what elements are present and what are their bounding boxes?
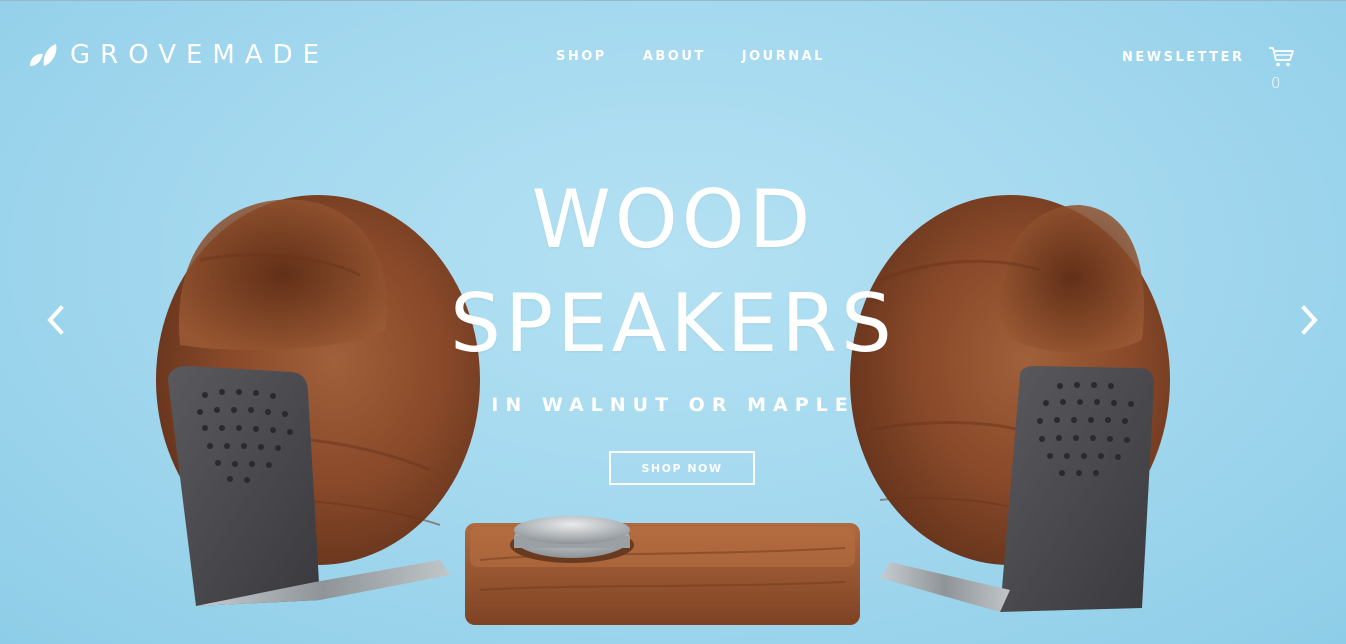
newsletter-link[interactable]: NEWSLETTER — [1122, 50, 1245, 65]
nav-about[interactable]: ABOUT — [643, 49, 706, 64]
logo-text: GROVEMADE — [70, 40, 330, 70]
hero-subhead: IN WALNUT OR MAPLE — [491, 394, 855, 416]
shopping-cart-icon — [1269, 47, 1294, 67]
headline-line-1: WOOD — [531, 173, 815, 266]
shop-now-button[interactable]: SHOP NOW — [609, 451, 755, 485]
headline-line-2: SPEAKERS — [450, 277, 896, 370]
grovemade-logo[interactable]: GROVEMADE — [28, 42, 329, 68]
cart-count: 0 — [1271, 74, 1281, 92]
nav-journal[interactable]: JOURNAL — [742, 49, 825, 64]
chevron-left-icon — [47, 305, 64, 335]
hero-headline: WOOD SPEAKERS — [0, 168, 1346, 376]
cart-button[interactable]: 0 — [1268, 46, 1296, 92]
leaf-logo-icon — [30, 44, 57, 66]
slider-next-button[interactable] — [1297, 304, 1321, 336]
chevron-right-icon — [1301, 305, 1318, 335]
main-nav: SHOP ABOUT JOURNAL — [556, 49, 825, 64]
slider-prev-button[interactable] — [44, 304, 68, 336]
nav-shop[interactable]: SHOP — [556, 49, 607, 64]
hero-slider: GROVEMADE SHOP ABOUT JOURNAL NEWSLETTER … — [0, 0, 1346, 644]
